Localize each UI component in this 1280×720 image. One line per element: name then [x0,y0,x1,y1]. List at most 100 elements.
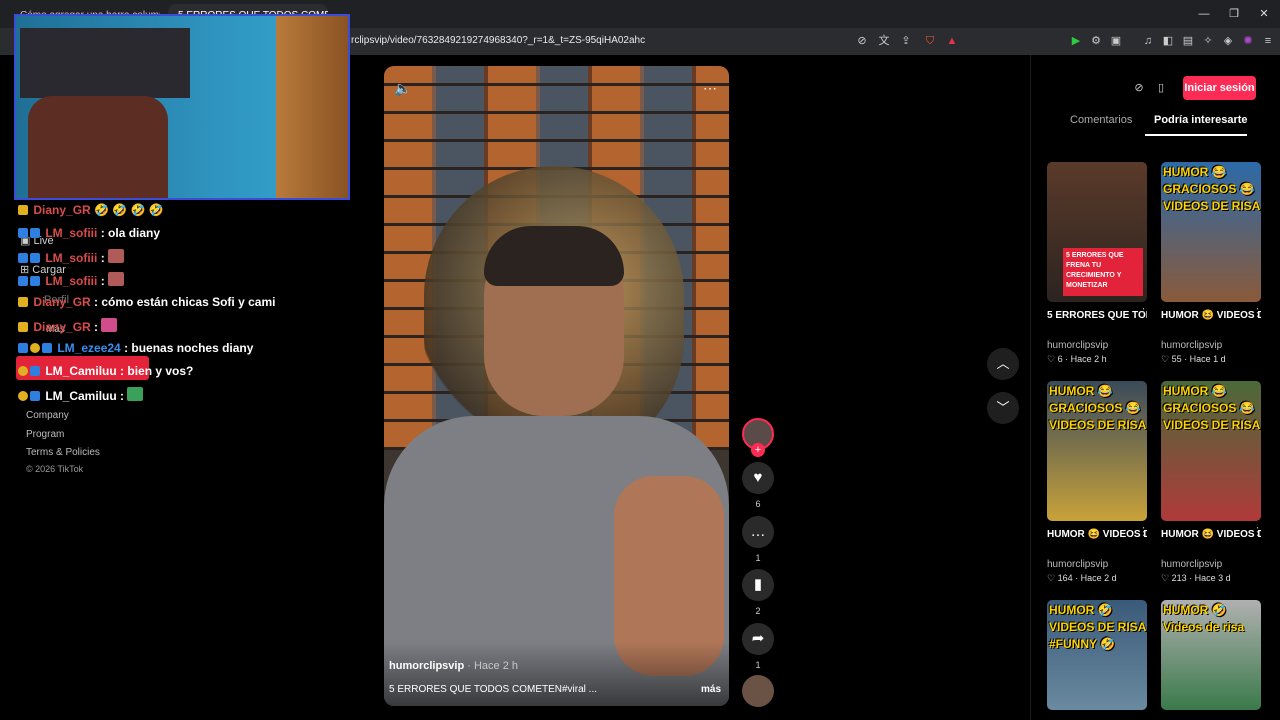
video-thumbnail[interactable]: HUMOR 😂 GRACIOSOS 😂 VIDEOS DE RISA [1161,162,1261,302]
login-button[interactable]: Iniciar sesión [1183,76,1256,100]
card-menu-icon[interactable]: ⋮ [1252,306,1263,319]
badge-icon [30,253,40,263]
minimize-button[interactable]: — [1196,6,1212,22]
chat-username: LM_ezee24 [57,341,121,355]
badge-icon [18,228,28,238]
heart-outline-icon: ♡ [1161,354,1170,364]
video-thumbnail[interactable]: HUMOR 😂 GRACIOSOS 😂 VIDEOS DE RISA [1161,381,1261,521]
thumbnail-caption: HUMOR 🤣 Videos de risa [1163,603,1245,634]
reader-icon[interactable]: ⊘ [854,33,870,49]
chevron-up-icon[interactable]: ︿ [987,348,1019,380]
chat-message: Diany_GR 🤣 🤣 🤣 🤣 [18,203,164,217]
video-more-link[interactable]: más [701,684,721,695]
sticker-icon [108,272,125,286]
thumbnail-caption: HUMOR 😂 GRACIOSOS 😂 VIDEOS DE RISA [1163,384,1261,432]
card-menu-icon[interactable]: ⋮ [1252,525,1263,538]
close-window-button[interactable]: ✕ [1256,6,1272,22]
footer-link-company[interactable]: Company [26,410,69,421]
like-count: 6 [755,499,761,509]
music-avatar[interactable] [742,675,774,707]
chat-message: LM_sofiii : ola diany [18,226,160,240]
volume-icon[interactable]: 🔈 [394,80,411,97]
video-caption-gradient [384,642,729,706]
chat-text: : ola diany [100,226,161,240]
card-title[interactable]: HUMOR 😆 VIDEOS DE RISA... [1161,308,1261,323]
webcam-chair [28,96,168,198]
video-hair [484,226,624,286]
card-stats: ♡ 6 · Hace 2 h [1047,354,1107,364]
share-page-icon[interactable]: ⇪ [898,33,914,49]
heart-outline-icon: ♡ [1161,573,1170,583]
comment-count: 1 [755,553,761,563]
video-player[interactable]: 🔈 ⋯ [384,66,729,706]
video-thumbnail[interactable]: HUMOR 🤣 VIDEOS DE RISA #FUNNY 🤣 [1047,600,1147,710]
chat-username: LM_Camiluu [45,389,117,403]
thumbnail-caption: 5 ERRORES QUE FRENA TU CRECIMIENTO Y MON… [1063,248,1143,296]
card-author[interactable]: humorclipsvip [1161,340,1222,351]
card-stats: ♡ 213 · Hace 3 d [1161,573,1231,583]
video-thumbnail[interactable]: 5 ERRORES QUE FRENA TU CRECIMIENTO Y MON… [1047,162,1147,302]
badge-icon [18,322,28,332]
sticker-icon [101,318,118,332]
brave-shield-icon[interactable]: ⛉ [922,33,938,49]
thumbnail-caption: HUMOR 😂 GRACIOSOS 😂 VIDEOS DE RISA [1049,384,1147,432]
leo-icon[interactable]: ✧ [1200,33,1216,49]
save-count: 2 [755,606,761,616]
compass-icon[interactable]: ⊘ [1131,80,1147,96]
share-icon[interactable]: ➦ [742,623,774,655]
phone-icon[interactable]: ▯ [1153,80,1169,96]
chevron-down-icon[interactable]: ﹀ [987,392,1019,424]
chat-username: LM_sofiii [45,226,98,240]
chat-message: LM_ezee24 : buenas noches diany [18,341,253,355]
tab-recommended[interactable]: Podría interesarte [1154,114,1248,126]
vpn-icon[interactable]: ◈ [1220,33,1236,49]
chat-message: LM_Camiluu : bien y vos? [18,364,193,378]
brave-rewards-icon[interactable]: ▲ [944,33,960,49]
webcam-door [276,16,348,198]
wallet-icon[interactable]: ▤ [1180,33,1196,49]
chat-username: LM_sofiii [45,251,98,265]
video-thumbnail[interactable]: HUMOR 🤣 Videos de risa [1161,600,1261,710]
video-thumbnail[interactable]: HUMOR 😂 GRACIOSOS 😂 VIDEOS DE RISA [1047,381,1147,521]
heart-outline-icon: ♡ [1047,573,1056,583]
media-icon[interactable]: ♫ [1140,33,1156,49]
tab-comments[interactable]: Comentarios [1070,114,1132,126]
heart-outline-icon: ♡ [1047,354,1056,364]
card-title[interactable]: HUMOR 😆 VIDEOS DE RISA... [1161,527,1261,542]
chat-text: : [100,274,105,288]
sidebar-toggle-icon[interactable]: ◧ [1160,33,1176,49]
screenshot-icon[interactable]: ▣ [1108,33,1124,49]
heart-icon[interactable]: ♥ [742,462,774,494]
comment-icon[interactable]: … [742,516,774,548]
chat-text: : bien y vos? [120,364,194,378]
footer-link-terms[interactable]: Terms & Policies [26,447,100,458]
card-author[interactable]: humorclipsvip [1161,559,1222,570]
card-title[interactable]: HUMOR 😆 VIDEOS DE RISA... [1047,527,1147,542]
card-author[interactable]: humorclipsvip [1047,340,1108,351]
chat-username: LM_Camiluu [45,364,117,378]
card-menu-icon[interactable]: ⋮ [1138,525,1149,538]
footer-link-program[interactable]: Program [26,429,64,440]
chat-message: LM_sofiii : [18,272,126,288]
chat-message: Diany_GR : [18,318,119,334]
bookmark-icon[interactable]: ▮ [742,569,774,601]
card-title[interactable]: 5 ERRORES QUE TODOS COMETE... [1047,308,1147,323]
chat-message: LM_Camiluu : [18,387,145,403]
video-author-name[interactable]: humorclipsvip [389,660,464,672]
card-author[interactable]: humorclipsvip [1047,559,1108,570]
translate-icon[interactable]: 文 [876,33,892,49]
profile-extension-icon[interactable]: ✺ [1240,33,1256,49]
chat-message: LM_sofiii : [18,249,126,265]
menu-icon[interactable]: ≡ [1260,33,1276,49]
more-options-icon[interactable]: ⋯ [703,80,717,97]
extension-icon[interactable]: ⚙ [1088,33,1104,49]
card-menu-icon[interactable]: ⋮ [1138,306,1149,319]
follow-plus-icon[interactable]: + [751,443,765,457]
chat-text: : cómo están chicas Sofi y cami [94,295,276,309]
video-author[interactable]: humorclipsvip · Hace 2 h [389,660,518,672]
address-bar[interactable]: rclipsvip/video/7632849219274968340?_r=1… [345,31,845,51]
copyright: © 2026 TikTok [26,464,84,474]
maximize-button[interactable]: ❐ [1226,6,1242,22]
video-time: · Hace 2 h [467,660,518,672]
play-extension-icon[interactable]: ▶ [1068,33,1084,49]
